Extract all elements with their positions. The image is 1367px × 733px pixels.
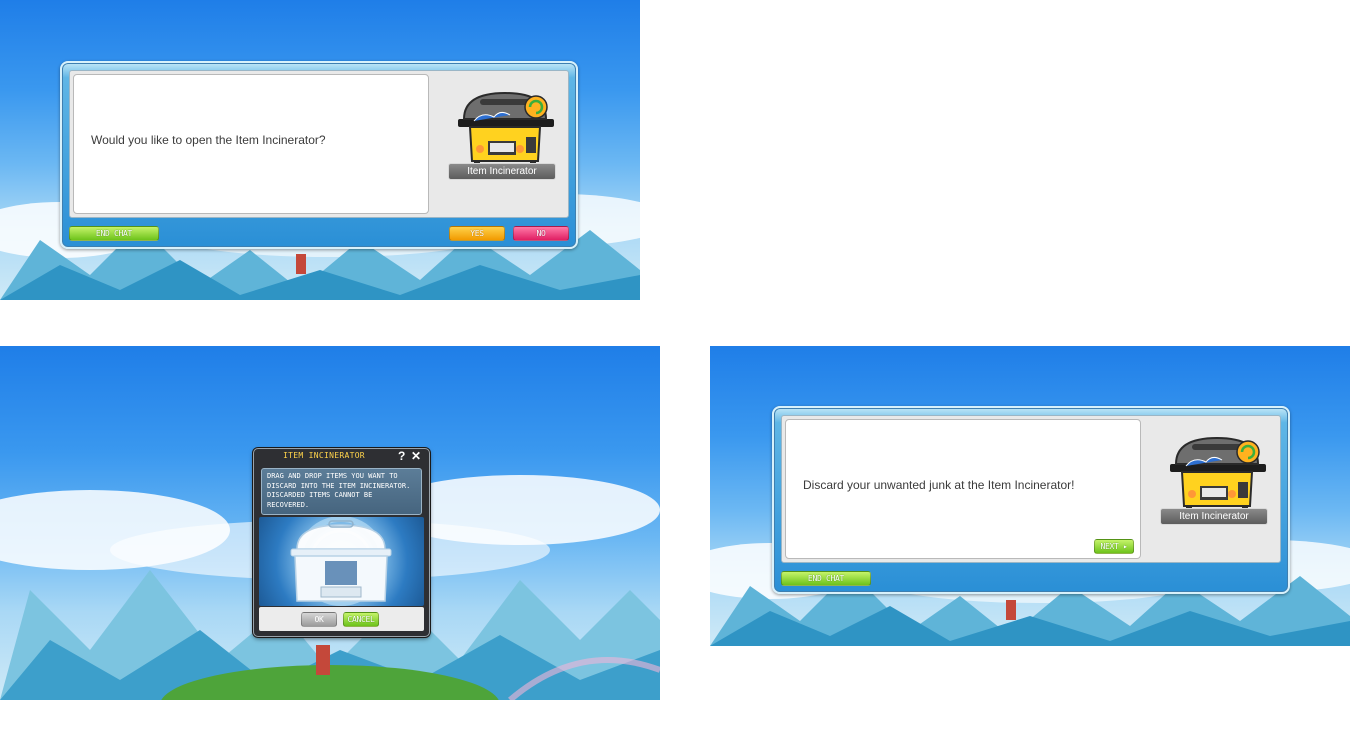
dialog-text: Would you like to open the Item Incinera… bbox=[91, 133, 326, 147]
screenshot-panel-bottom-right: Discard your unwanted junk at the Item I… bbox=[710, 346, 1350, 646]
dialog-text-box: Discard your unwanted junk at the Item I… bbox=[785, 419, 1141, 559]
npc-dialog-window: Would you like to open the Item Incinera… bbox=[60, 61, 578, 249]
dialog-text: Discard your unwanted junk at the Item I… bbox=[803, 478, 1075, 492]
dialog-text-box: Would you like to open the Item Incinera… bbox=[73, 74, 429, 214]
incinerator-chest-icon bbox=[290, 516, 392, 606]
screenshot-panel-bottom-left: ITEM INCINERATOR ? ✕ DRAG AND DROP ITEMS… bbox=[0, 346, 660, 700]
item-drop-zone[interactable] bbox=[259, 516, 424, 606]
item-incinerator-window: ITEM INCINERATOR ? ✕ DRAG AND DROP ITEMS… bbox=[253, 448, 430, 637]
yes-button[interactable]: YES bbox=[449, 226, 505, 241]
close-icon[interactable]: ✕ bbox=[411, 449, 421, 463]
help-icon[interactable]: ? bbox=[398, 449, 405, 463]
window-footer: OK CANCEL bbox=[259, 607, 424, 631]
end-chat-button[interactable]: END CHAT bbox=[69, 226, 159, 241]
next-button[interactable]: NEXT ▸ bbox=[1094, 539, 1134, 554]
cancel-button[interactable]: CANCEL bbox=[343, 612, 379, 627]
npc-name-tag: Item Incinerator bbox=[1160, 508, 1268, 525]
npc-dialog-window: Discard your unwanted junk at the Item I… bbox=[772, 406, 1290, 594]
end-chat-button[interactable]: END CHAT bbox=[781, 571, 871, 586]
npc-name-tag: Item Incinerator bbox=[448, 163, 556, 180]
window-title: ITEM INCINERATOR bbox=[283, 451, 365, 460]
screenshot-panel-top: Would you like to open the Item Incinera… bbox=[0, 0, 640, 300]
instructions-text: DRAG AND DROP ITEMS YOU WANT TO DISCARD … bbox=[261, 468, 422, 515]
npc-dialog-body: Would you like to open the Item Incinera… bbox=[69, 70, 569, 218]
no-button[interactable]: NO bbox=[513, 226, 569, 241]
ok-button[interactable]: OK bbox=[301, 612, 337, 627]
npc-dialog-body: Discard your unwanted junk at the Item I… bbox=[781, 415, 1281, 563]
